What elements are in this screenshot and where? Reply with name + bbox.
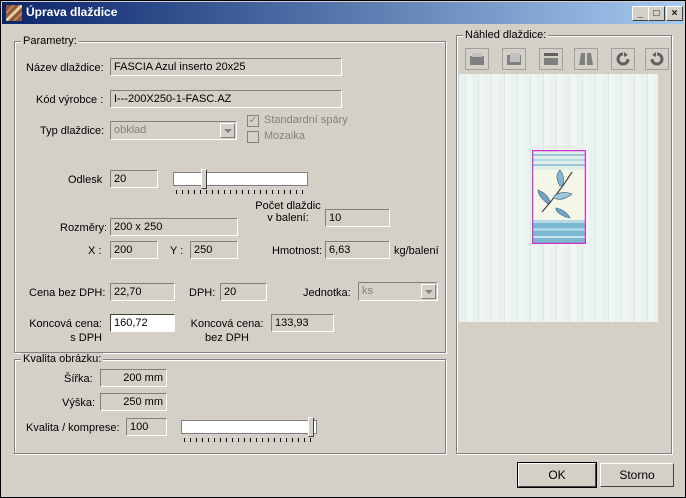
compression-slider-track[interactable] (181, 420, 317, 434)
y-label: Y : (170, 245, 184, 257)
unit-select[interactable]: ks (358, 282, 438, 301)
window-title: Úprava dlaždice (26, 5, 118, 19)
final-price-novat-label-2: bez DPH (204, 332, 250, 344)
final-price-label-2: s DPH (70, 332, 102, 344)
dimensions-field[interactable]: 200 x 250 (110, 218, 238, 236)
final-price-field[interactable]: 160,72 (110, 314, 175, 332)
tile-type-label: Typ dlaždice: (40, 125, 105, 137)
perspective-icon[interactable] (574, 48, 598, 70)
weight-field[interactable]: 6,63 (325, 241, 390, 259)
compression-slider-ticks (184, 438, 312, 442)
vat-label: DPH: (189, 287, 216, 299)
title-bar[interactable]: Úprava dlaždice _ □ × (2, 2, 684, 24)
minimize-button[interactable]: _ (632, 6, 649, 21)
app-icon (6, 5, 22, 21)
gloss-field[interactable]: 20 (110, 170, 158, 188)
maximize-button[interactable]: □ (648, 6, 665, 21)
rotate-right-icon[interactable] (611, 48, 635, 70)
tile-preview-area[interactable] (459, 74, 658, 322)
manufacturer-code-field[interactable]: I---200X250-1-FASC.AZ (110, 90, 342, 108)
compression-field[interactable]: 100 (126, 418, 167, 436)
height-label: Výška: (62, 397, 96, 409)
quality-group-label: Kvalita obrázku: (21, 353, 104, 365)
standard-joints-label: Standardní spáry (264, 114, 348, 126)
preview-group-label: Náhled dlaždice: (463, 29, 549, 41)
weight-label: Hmotnost: (272, 245, 323, 257)
standard-joints-checkbox[interactable]: ✓ (247, 115, 259, 127)
tile-image[interactable] (532, 150, 586, 244)
tile-name-label: Název dlaždice: (26, 62, 104, 74)
gloss-label: Odlesk (68, 174, 103, 186)
gloss-slider-track[interactable] (173, 172, 308, 186)
height-field: 250 mm (100, 393, 167, 411)
manufacturer-code-label: Kód výrobce : (36, 94, 104, 106)
x-label: X : (88, 245, 102, 257)
close-button[interactable]: × (666, 6, 683, 21)
chevron-down-icon[interactable] (220, 123, 235, 138)
rotate-left-icon[interactable] (645, 48, 669, 70)
params-group: Parametry: (14, 35, 446, 353)
tile-type-select[interactable]: obklad (110, 121, 237, 140)
gloss-slider-thumb[interactable] (200, 169, 207, 189)
unit-value: ks (362, 285, 373, 297)
compression-slider-thumb[interactable] (308, 417, 314, 437)
dimensions-label: Rozměry: (60, 222, 108, 234)
pack-count-label-1: Počet dlaždic (255, 200, 321, 212)
center-icon[interactable] (502, 48, 526, 70)
mosaic-checkbox[interactable] (247, 131, 259, 143)
final-price-novat-label-1: Koncová cena: (190, 318, 264, 330)
tile-type-value: obklad (114, 124, 147, 136)
weight-unit-label: kg/balení (394, 245, 439, 257)
price-no-vat-label: Cena bez DPH: (29, 287, 106, 299)
y-field[interactable]: 250 (190, 241, 238, 259)
pack-count-label-2: v balení: (267, 212, 309, 224)
final-price-novat-field[interactable]: 133,93 (271, 314, 334, 332)
pack-count-field[interactable]: 10 (325, 209, 390, 227)
tile-name-field[interactable]: FASCIA Azul inserto 20x25 (110, 58, 342, 76)
final-price-label-1: Koncová cena: (29, 318, 102, 330)
price-no-vat-field[interactable]: 22,70 (110, 283, 175, 301)
gloss-slider-ticks (176, 190, 304, 194)
params-group-label: Parametry: (21, 35, 79, 47)
x-field[interactable]: 200 (110, 241, 158, 259)
width-label: Šířka: (64, 373, 93, 385)
mosaic-label: Mozaika (264, 130, 305, 142)
ok-button[interactable]: OK (517, 462, 597, 488)
width-field: 200 mm (100, 369, 167, 387)
top-view-icon[interactable] (539, 48, 563, 70)
vat-field[interactable]: 20 (220, 283, 267, 301)
compression-label: Kvalita / komprese: (26, 422, 120, 434)
cancel-button[interactable]: Storno (600, 463, 674, 487)
chevron-down-icon[interactable] (421, 284, 436, 299)
fit-icon[interactable] (465, 48, 489, 70)
unit-label: Jednotka: (303, 287, 351, 299)
